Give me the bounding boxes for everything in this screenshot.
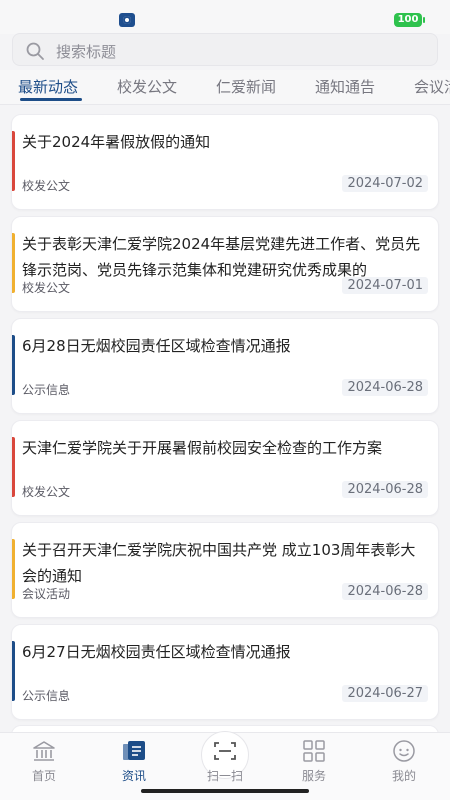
card-title: 6月28日无烟校园责任区域检查情况通报: [22, 337, 291, 355]
news-feed: 关于2024年暑假放假的通知 校发公文 2024-07-02 关于表彰天津仁爱学…: [0, 105, 450, 732]
tab-latest[interactable]: 最新动态: [18, 76, 78, 97]
card-category: 公示信息: [22, 689, 71, 703]
app-status-icon: [119, 13, 135, 27]
nav-label: 资讯: [121, 769, 146, 783]
card-accent-bar: [12, 233, 15, 293]
news-card[interactable]: 6月28日无烟校园责任区域检查情况通报 公示信息 2024-06-28: [11, 318, 439, 414]
nav-profile[interactable]: 我的: [374, 739, 434, 784]
nav-services[interactable]: 服务: [284, 739, 344, 784]
card-date: 2024-06-28: [342, 583, 428, 600]
card-accent-bar: [12, 335, 15, 395]
scan-icon: [214, 742, 236, 760]
card-accent-bar: [12, 131, 15, 191]
card-title: 关于表彰天津仁爱学院2024年基层党建先进工作者、党员先锋示范岗、党员先锋示范集…: [22, 235, 421, 279]
nav-label: 扫一扫: [206, 769, 243, 783]
nav-scan[interactable]: 扫一扫: [195, 739, 255, 784]
news-icon: [123, 741, 145, 760]
card-date: 2024-07-02: [342, 175, 428, 192]
card-date: 2024-06-28: [342, 379, 428, 396]
search-icon: [26, 42, 44, 60]
card-date: 2024-06-27: [342, 685, 428, 702]
grid-icon: [303, 740, 325, 762]
nav-label: 服务: [301, 769, 326, 783]
card-accent-bar: [12, 539, 15, 599]
card-date: 2024-07-01: [342, 277, 428, 294]
card-date: 2024-06-28: [342, 481, 428, 498]
news-card[interactable]: 关于表彰天津仁爱学院2024年基层党建先进工作者、党员先锋示范岗、党员先锋示范集…: [11, 216, 439, 312]
nav-news[interactable]: 资讯: [104, 739, 164, 784]
card-title: 关于召开天津仁爱学院庆祝中国共产党 成立103周年表彰大会的通知: [22, 541, 416, 585]
card-title: 天津仁爱学院关于开展暑假前校园安全检查的工作方案: [22, 439, 383, 457]
search-placeholder: 搜索标题: [56, 43, 117, 61]
card-accent-bar: [12, 437, 15, 497]
news-card[interactable]: 天津仁爱学院关于开展暑假前校园安全检查的工作方案 校发公文 2024-06-28: [11, 420, 439, 516]
nav-label: 首页: [31, 769, 56, 783]
card-category: 校发公文: [22, 179, 71, 193]
profile-icon: [393, 740, 415, 762]
battery-indicator: 100: [394, 13, 425, 27]
card-category: 公示信息: [22, 383, 71, 397]
tab-meetings[interactable]: 会议活: [414, 76, 450, 97]
card-category: 校发公文: [22, 485, 71, 499]
nav-home[interactable]: 首页: [14, 739, 74, 784]
tab-notices[interactable]: 通知通告: [315, 76, 375, 97]
news-card[interactable]: 6月27日无烟校园责任区域检查情况通报 公示信息 2024-06-27: [11, 624, 439, 720]
tab-school-documents[interactable]: 校发公文: [117, 76, 177, 97]
card-title: 6月27日无烟校园责任区域检查情况通报: [22, 643, 291, 661]
nav-label: 我的: [391, 769, 416, 783]
card-category: 会议活动: [22, 587, 71, 601]
search-input[interactable]: 搜索标题: [12, 33, 438, 66]
active-tab-indicator: [20, 98, 82, 101]
home-icon: [33, 741, 55, 761]
card-title: 关于2024年暑假放假的通知: [22, 133, 211, 151]
news-card[interactable]: 关于召开天津仁爱学院庆祝中国共产党 成立103周年表彰大会的通知 会议活动 20…: [11, 522, 439, 618]
news-card[interactable]: 关于2024年暑假放假的通知 校发公文 2024-07-02: [11, 114, 439, 210]
card-category: 校发公文: [22, 281, 71, 295]
status-bar: 100: [0, 0, 450, 34]
home-indicator[interactable]: [141, 789, 309, 793]
tab-renai-news[interactable]: 仁爱新闻: [216, 76, 276, 97]
card-accent-bar: [12, 641, 15, 701]
